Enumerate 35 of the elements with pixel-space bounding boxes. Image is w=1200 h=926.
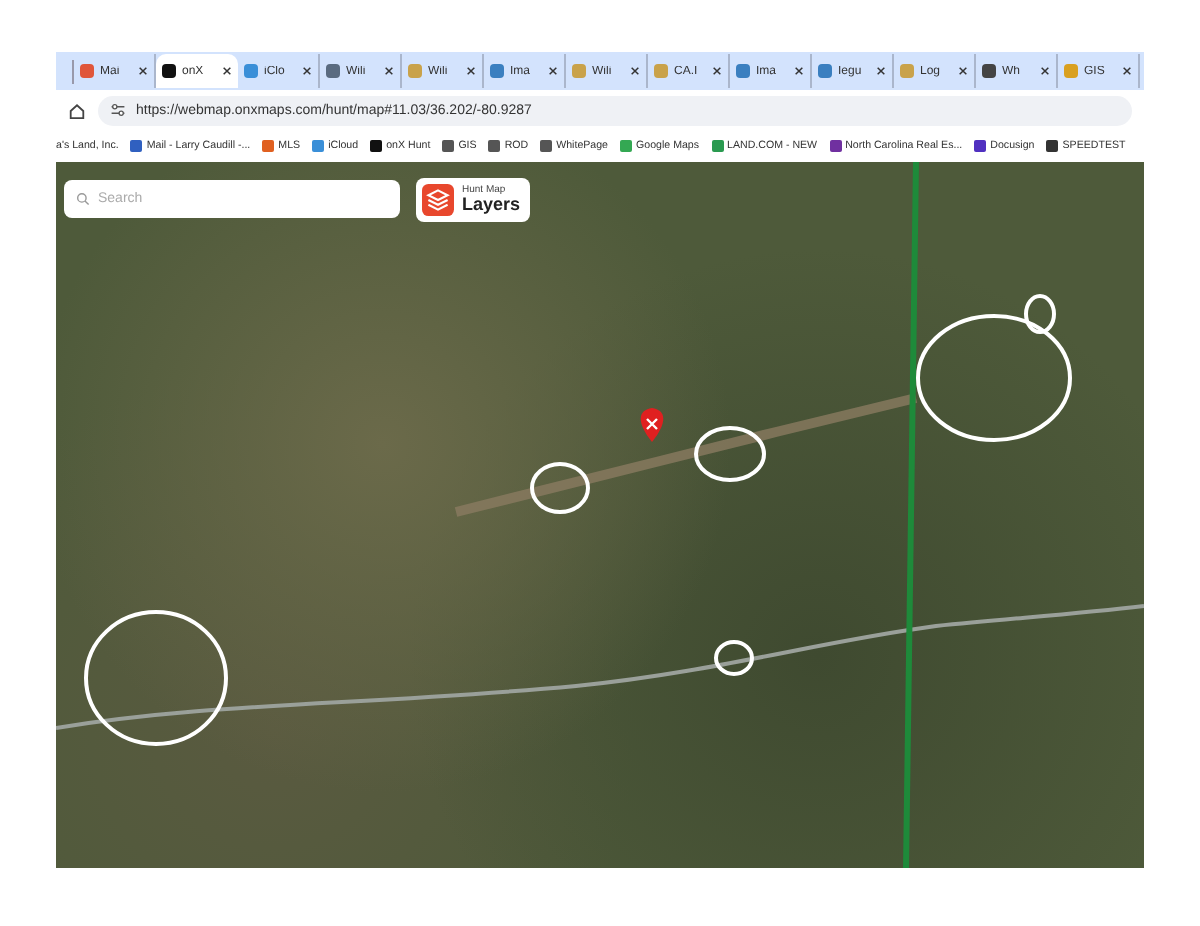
site-icon [818, 64, 832, 78]
site-icon [244, 64, 258, 78]
site-icon [408, 64, 422, 78]
close-icon[interactable] [548, 66, 558, 76]
map-circle [694, 426, 766, 482]
site-icon [326, 64, 340, 78]
site-icon [654, 64, 668, 78]
close-icon[interactable] [712, 66, 722, 76]
map-pin-icon[interactable] [640, 408, 664, 442]
close-icon[interactable] [958, 66, 968, 76]
map-circle [714, 640, 754, 676]
close-icon[interactable] [1040, 66, 1050, 76]
close-icon[interactable] [222, 66, 232, 76]
site-icon [162, 64, 176, 78]
close-icon[interactable] [302, 66, 312, 76]
site-icon [572, 64, 586, 78]
site-icon [736, 64, 750, 78]
site-icon [1064, 64, 1078, 78]
close-icon[interactable] [630, 66, 640, 76]
site-settings-icon[interactable] [110, 102, 126, 118]
search-icon [76, 192, 90, 206]
close-icon[interactable] [794, 66, 804, 76]
site-icon [982, 64, 996, 78]
close-icon[interactable] [384, 66, 394, 76]
layers-icon [422, 184, 454, 216]
site-icon [80, 64, 94, 78]
site-icon [490, 64, 504, 78]
home-icon[interactable] [68, 101, 86, 119]
close-icon[interactable] [876, 66, 886, 76]
site-icon [900, 64, 914, 78]
close-icon[interactable] [1122, 66, 1132, 76]
close-icon[interactable] [466, 66, 476, 76]
map-circle [530, 462, 590, 514]
map-circle [84, 610, 228, 746]
close-icon[interactable] [138, 66, 148, 76]
